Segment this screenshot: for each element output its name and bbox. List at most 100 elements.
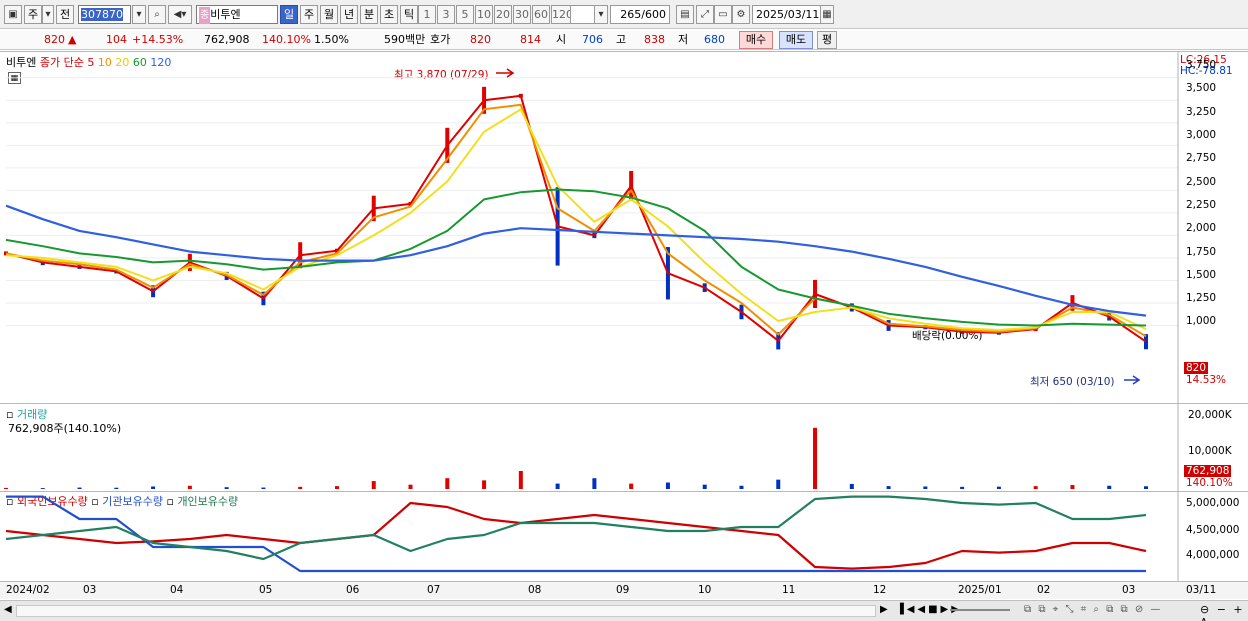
open-label: 시 — [556, 33, 567, 46]
draw-tool-icon[interactable]: ⤢ — [696, 5, 714, 24]
volume-bar — [1144, 486, 1148, 489]
current-change-tag: 14.53% — [1186, 374, 1227, 386]
period-4[interactable]: 분 — [360, 5, 378, 24]
date-label-12: 02 — [1037, 584, 1051, 596]
interval-10[interactable]: 10 — [475, 5, 493, 24]
toolbar: ▣ 주 ▾ 전 307870 ▾ ⌕ ◀▾ 종비투엔 일주월년분초틱 1 3 5 10… — [0, 0, 1248, 29]
ma-line-10 — [5, 103, 1147, 338]
volume-bar — [886, 486, 891, 489]
speaker-icon[interactable]: ◀▾ — [168, 5, 192, 24]
volume-bar — [187, 485, 192, 489]
sell-button[interactable]: 매도 — [779, 31, 813, 49]
volume-bar — [555, 483, 560, 489]
code-input[interactable]: 307870 — [78, 5, 131, 24]
volume-bar — [1033, 486, 1038, 489]
ask-label: 호가 — [430, 33, 451, 46]
calendar-icon[interactable]: ▦ — [820, 5, 834, 24]
price-tick-4: 2,750 — [1186, 152, 1217, 165]
holding-tick-4500000: 4,500,000 — [1186, 524, 1240, 536]
volume-tick-10000k: 10,000K — [1188, 445, 1232, 457]
gear-icon[interactable]: ⚙ — [732, 5, 750, 24]
buy-button[interactable]: 매수 — [739, 31, 773, 49]
period-2[interactable]: 월 — [320, 5, 338, 24]
interval-20[interactable]: 20 — [494, 5, 512, 24]
period-6[interactable]: 틱 — [400, 5, 418, 24]
volume-bar — [776, 479, 781, 489]
date-label-8: 10 — [698, 584, 712, 596]
volume-tick-20000k: 20,000K — [1188, 409, 1232, 421]
volume-bar — [334, 486, 339, 489]
interval-5[interactable]: 5 — [456, 5, 474, 24]
tool-icons[interactable]: ⧉ ⧉ ⌖ ⤡ ⌗ ⌕ ⧉ ⧉ ⊘ — — [1024, 604, 1162, 615]
volume-bar — [1107, 485, 1112, 489]
scrollbar-track[interactable] — [16, 605, 876, 617]
volume-ratio-tag: 140.10% — [1186, 477, 1233, 489]
volume-bar — [151, 486, 156, 489]
period-5[interactable]: 초 — [380, 5, 398, 24]
high-label: 고 — [616, 33, 627, 46]
price-change-pct: +14.53% — [132, 33, 184, 46]
date-label-4: 06 — [346, 584, 360, 596]
volume-bar — [849, 483, 854, 489]
count-field[interactable]: 265/600 — [610, 5, 670, 24]
chart-canvas — [4, 51, 1179, 581]
up-arrow-icon: ▲ — [68, 33, 77, 46]
date-label-10: 12 — [873, 584, 887, 596]
date-label-13: 03 — [1122, 584, 1136, 596]
interval-60[interactable]: 60 — [532, 5, 550, 24]
date-label-7: 09 — [616, 584, 630, 596]
volume-bar — [629, 483, 634, 489]
date-label-9: 11 — [782, 584, 796, 596]
interval-1[interactable]: 1 — [418, 5, 436, 24]
date-label-1: 03 — [83, 584, 97, 596]
volume-bar — [408, 484, 413, 489]
date-field[interactable]: 2025/03/11 — [752, 5, 822, 24]
count-total: /600 — [641, 8, 666, 21]
individual-holding-line — [5, 495, 1147, 561]
zoom-buttons[interactable]: ⊖ − + A — [1200, 603, 1248, 621]
interval-3[interactable]: 3 — [437, 5, 455, 24]
volume-bar — [77, 487, 82, 489]
volume-ratio: 140.10% — [262, 33, 311, 46]
quote-row: 820 ▲ 104 +14.53% 762,908 140.10% 1.50% … — [0, 30, 1248, 50]
date-axis-right: 03/11 — [1186, 584, 1217, 596]
flat-button[interactable]: 평 — [817, 31, 837, 49]
interval-30[interactable]: 30 — [513, 5, 531, 24]
price-tick-11: 1,000 — [1186, 315, 1217, 328]
trade-amount: 590백만 — [384, 33, 426, 46]
price-tick-9: 1,500 — [1186, 268, 1217, 281]
scroll-left-icon[interactable]: ◀ — [4, 604, 12, 615]
scroll-right-icon[interactable]: ▶ — [880, 604, 888, 615]
prev-button[interactable]: 전 — [56, 5, 74, 24]
bid-price: 814 — [520, 33, 541, 46]
bottom-bar: ◀ ▶ ▐◀◀■▶▶ ⧉ ⧉ ⌖ ⤡ ⌗ ⌕ ⧉ ⧉ ⊘ — ⊖ − + A — [0, 600, 1248, 621]
zoom-slider[interactable] — [950, 609, 1010, 611]
search-icon[interactable]: ⌕ — [148, 5, 166, 24]
price-tick-7: 2,000 — [1186, 222, 1217, 235]
turnover: 1.50% — [314, 33, 349, 46]
volume-bar — [702, 484, 707, 489]
price-tick-0: 3,750 — [1186, 59, 1217, 72]
volume-bar — [298, 486, 303, 489]
interval-dropdown-icon[interactable]: ▾ — [594, 5, 608, 24]
save-icon[interactable]: ▭ — [714, 5, 732, 24]
volume-bar — [4, 487, 8, 489]
institution-holding-line — [6, 495, 1146, 573]
volume-bar — [482, 480, 487, 489]
volume-bar — [923, 486, 928, 489]
code-dropdown-icon[interactable]: ▾ — [132, 5, 146, 24]
volume-bar — [592, 478, 597, 489]
volume-bar — [739, 485, 744, 489]
date-label-6: 08 — [528, 584, 542, 596]
period-1[interactable]: 주 — [300, 5, 318, 24]
indicator-icon[interactable]: ▤ — [676, 5, 694, 24]
market-dropdown-icon[interactable]: ▾ — [42, 5, 54, 24]
name-input[interactable]: 종비투엔 — [196, 5, 278, 24]
volume-bar — [261, 487, 266, 489]
window-menu-icon[interactable]: ▣ — [4, 5, 22, 24]
market-select[interactable]: 주 — [24, 5, 42, 24]
period-3[interactable]: 년 — [340, 5, 358, 24]
period-0[interactable]: 일 — [280, 5, 298, 24]
high-arrow-icon — [496, 68, 515, 78]
volume-bar — [371, 481, 376, 489]
